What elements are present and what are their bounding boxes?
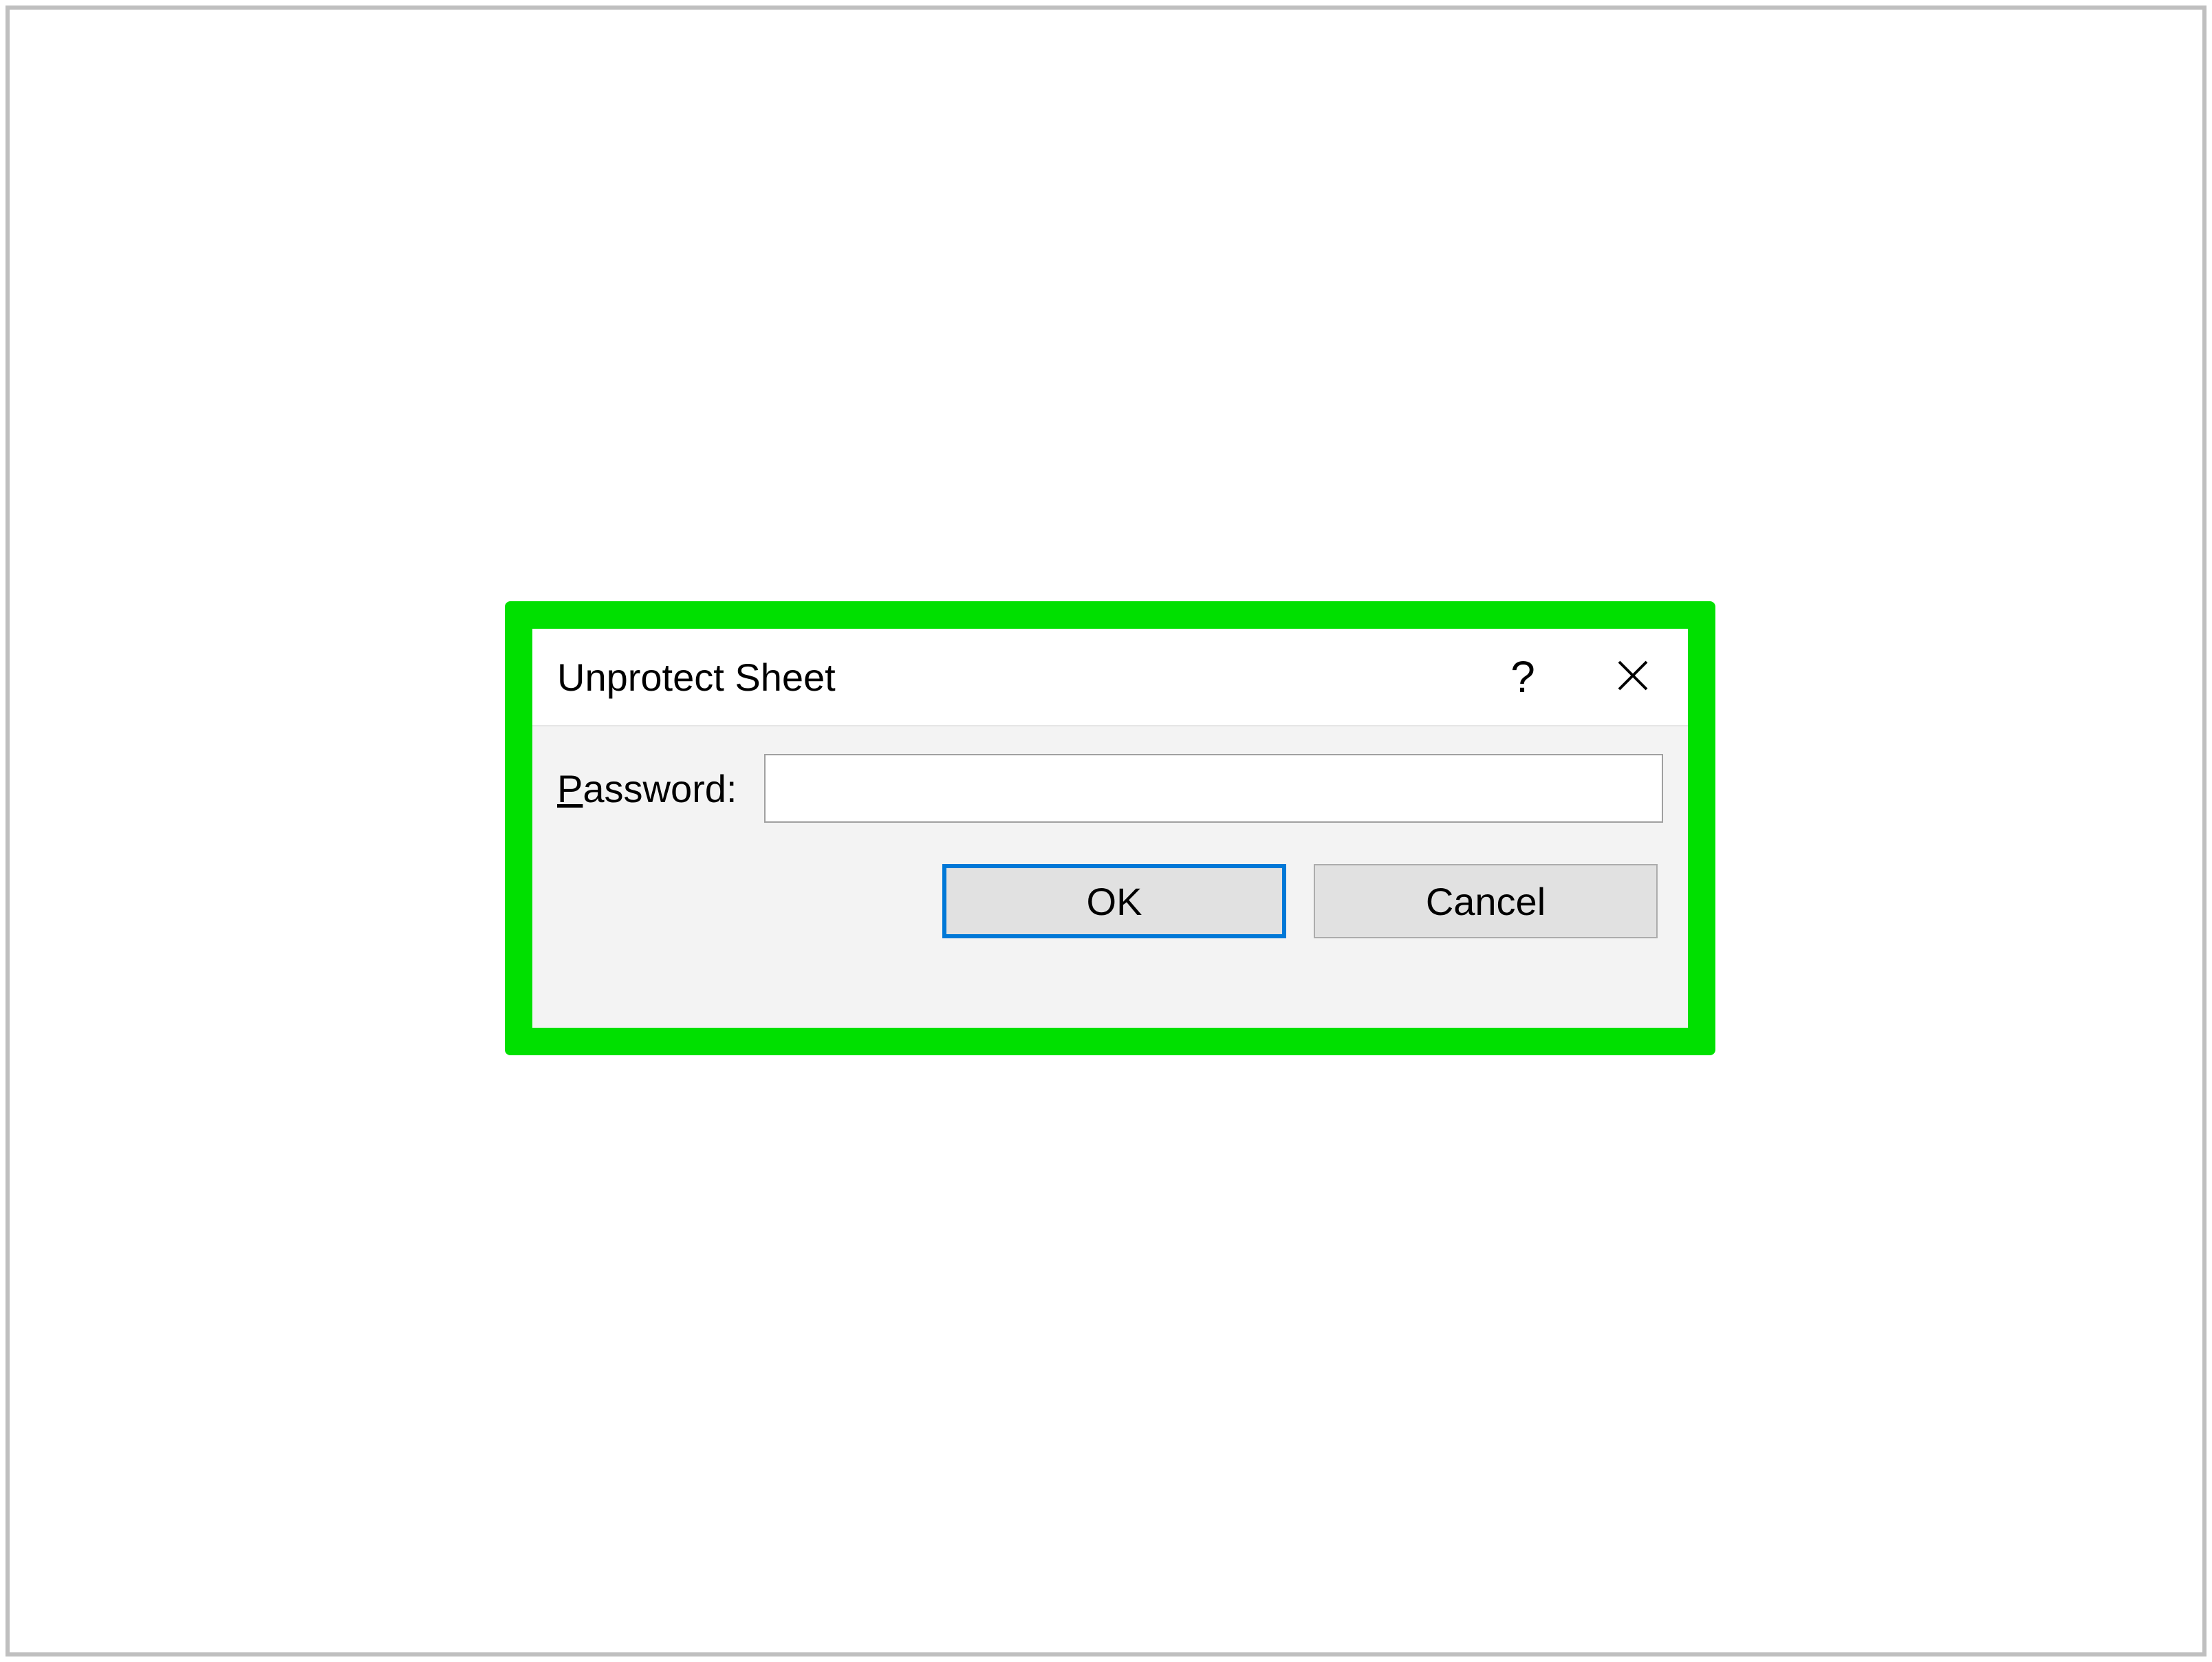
ok-button[interactable]: OK bbox=[942, 864, 1286, 938]
password-input[interactable] bbox=[764, 754, 1663, 823]
button-row: OK Cancel bbox=[557, 864, 1663, 938]
frame-container: Unprotect Sheet ? bbox=[6, 6, 2206, 1656]
titlebar-buttons: ? bbox=[1468, 629, 1688, 725]
help-button[interactable]: ? bbox=[1468, 629, 1578, 725]
password-row: Password: bbox=[557, 754, 1663, 823]
cancel-button[interactable]: Cancel bbox=[1314, 864, 1658, 938]
close-button[interactable] bbox=[1578, 629, 1688, 725]
unprotect-sheet-dialog: Unprotect Sheet ? bbox=[532, 629, 1688, 1028]
dialog-title: Unprotect Sheet bbox=[557, 655, 1468, 700]
close-icon bbox=[1616, 659, 1649, 695]
help-icon: ? bbox=[1510, 651, 1535, 702]
annotation-highlight: Unprotect Sheet ? bbox=[505, 601, 1715, 1055]
dialog-body: Password: OK Cancel bbox=[532, 725, 1688, 1028]
dialog-titlebar[interactable]: Unprotect Sheet ? bbox=[532, 629, 1688, 725]
password-label: Password: bbox=[557, 766, 737, 811]
